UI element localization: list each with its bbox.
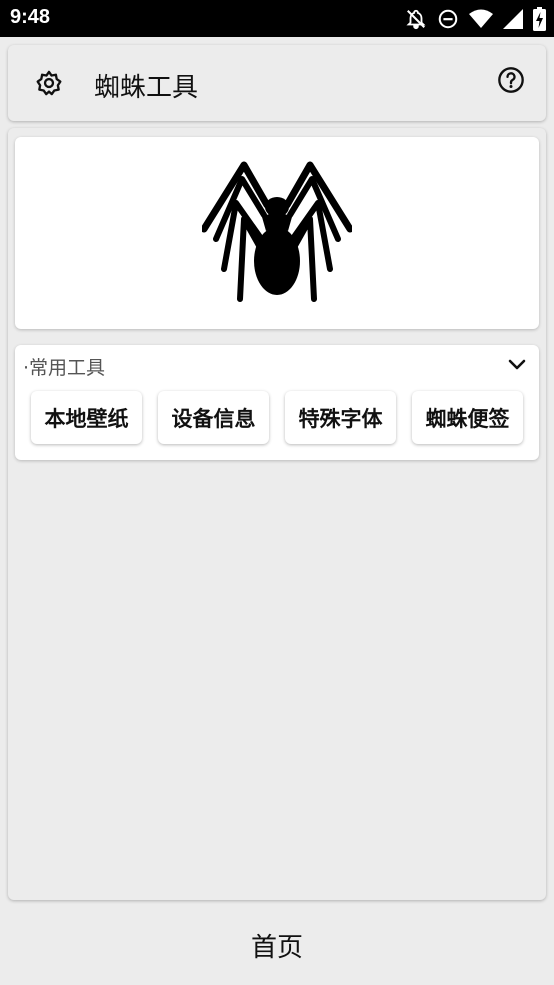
section-title: ·常用工具 xyxy=(23,357,106,379)
battery-charging-icon xyxy=(533,7,546,31)
help-icon[interactable] xyxy=(497,66,525,94)
app-title: 蜘蛛工具 xyxy=(94,73,199,103)
app-header: 蜘蛛工具 xyxy=(8,45,546,121)
status-bar: 9:48 xyxy=(0,0,554,37)
tab-home[interactable]: 首页 xyxy=(0,906,554,985)
bottom-navigation: 首页 xyxy=(0,906,554,985)
notifications-off-icon xyxy=(405,8,427,30)
spider-logo xyxy=(202,161,352,302)
status-icons xyxy=(405,7,546,31)
tool-buttons: 本地壁纸 设备信息 特殊字体 蜘蛛便签 xyxy=(31,391,523,444)
hero-banner xyxy=(15,137,539,329)
special-font-button[interactable]: 特殊字体 xyxy=(285,391,396,444)
local-wallpaper-button[interactable]: 本地壁纸 xyxy=(31,391,142,444)
common-tools-card: ·常用工具 本地壁纸 设备信息 特殊字体 蜘蛛便签 xyxy=(15,345,539,460)
spider-notes-button[interactable]: 蜘蛛便签 xyxy=(412,391,523,444)
main-content: ·常用工具 本地壁纸 设备信息 特殊字体 蜘蛛便签 xyxy=(8,128,546,900)
gear-icon[interactable] xyxy=(35,69,63,97)
chevron-down-icon[interactable] xyxy=(507,355,527,375)
do-not-disturb-icon xyxy=(437,8,459,30)
signal-icon xyxy=(503,9,523,29)
device-info-button[interactable]: 设备信息 xyxy=(158,391,269,444)
status-time: 9:48 xyxy=(10,6,51,28)
wifi-icon xyxy=(469,8,493,30)
